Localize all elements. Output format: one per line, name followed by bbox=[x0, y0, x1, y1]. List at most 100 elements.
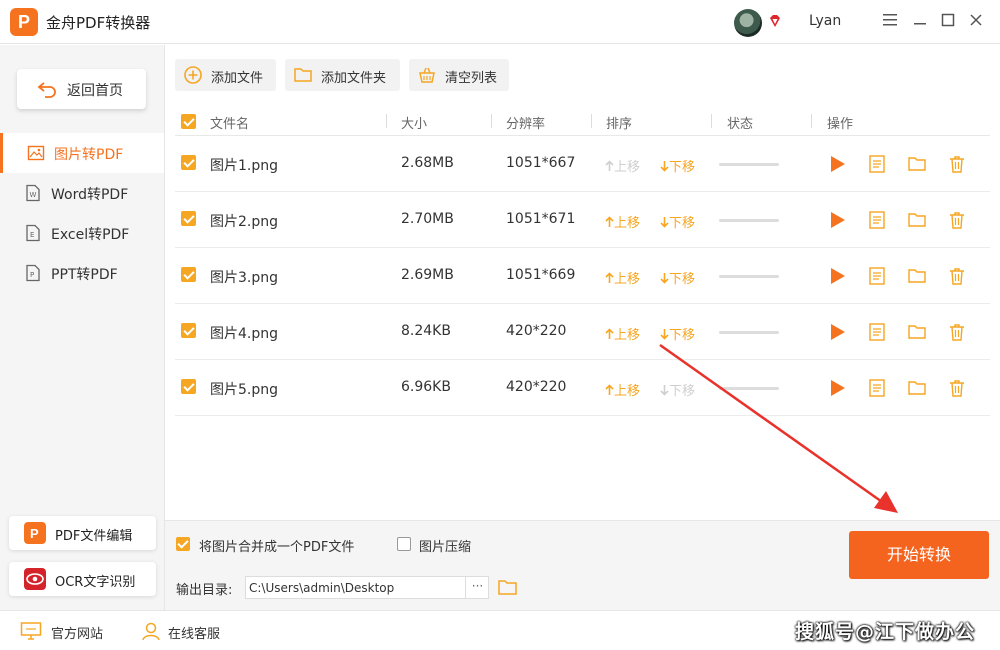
status-progress-bar bbox=[719, 387, 779, 390]
clear-list-button[interactable]: 清空列表 bbox=[409, 59, 509, 91]
header-size: 大小 bbox=[401, 117, 428, 132]
folder-icon[interactable] bbox=[907, 266, 927, 286]
open-folder-icon[interactable] bbox=[497, 577, 518, 597]
ocr-card[interactable]: OCR文字识别 bbox=[9, 562, 156, 596]
pdf-edit-label: PDF文件编辑 bbox=[55, 529, 133, 544]
move-down-button[interactable]: 下移 bbox=[660, 380, 695, 399]
sidebar: 返回首页 图片转PDF W Word转PDF E Excel转PDF P PPT… bbox=[0, 45, 165, 610]
trash-icon[interactable] bbox=[947, 154, 967, 174]
folder-icon[interactable] bbox=[907, 154, 927, 174]
row-checkbox[interactable] bbox=[181, 211, 196, 226]
header-order: 排序 bbox=[606, 117, 633, 132]
add-circle-icon bbox=[184, 66, 202, 84]
add-folder-button[interactable]: 添加文件夹 bbox=[285, 59, 400, 91]
sidebar-item-image-to-pdf[interactable]: 图片转PDF bbox=[0, 133, 164, 173]
online-support-link[interactable]: 在线客服 bbox=[168, 623, 220, 642]
table-row: 图片5.png 6.96KB 420*220 上移 下移 bbox=[175, 360, 990, 416]
document-list-icon[interactable] bbox=[867, 322, 887, 342]
add-file-button[interactable]: 添加文件 bbox=[175, 59, 276, 91]
row-checkbox[interactable] bbox=[181, 323, 196, 338]
merge-pdf-checkbox[interactable] bbox=[176, 537, 190, 551]
basket-icon bbox=[419, 67, 435, 83]
move-up-label: 上移 bbox=[614, 272, 641, 287]
table-row: 图片2.png 2.70MB 1051*671 上移 下移 bbox=[175, 192, 990, 248]
select-all-checkbox[interactable] bbox=[181, 114, 196, 129]
sidebar-item-label: 图片转PDF bbox=[54, 147, 124, 163]
file-name: 图片3.png bbox=[210, 270, 279, 286]
move-up-label: 上移 bbox=[614, 160, 641, 175]
file-size: 6.96KB bbox=[401, 379, 451, 395]
vip-diamond-icon[interactable] bbox=[768, 14, 782, 28]
merge-pdf-label[interactable]: 将图片合并成一个PDF文件 bbox=[199, 536, 354, 555]
move-up-button[interactable]: 上移 bbox=[605, 212, 640, 231]
status-progress-bar bbox=[719, 275, 779, 278]
file-resolution: 420*220 bbox=[506, 323, 567, 339]
row-checkbox[interactable] bbox=[181, 267, 196, 282]
row-checkbox[interactable] bbox=[181, 155, 196, 170]
status-progress-bar bbox=[719, 331, 779, 334]
document-list-icon[interactable] bbox=[867, 210, 887, 230]
header-divider bbox=[491, 114, 492, 128]
document-list-icon[interactable] bbox=[867, 266, 887, 286]
folder-icon[interactable] bbox=[907, 378, 927, 398]
document-list-icon[interactable] bbox=[867, 378, 887, 398]
minimize-icon[interactable] bbox=[910, 12, 930, 32]
row-checkbox[interactable] bbox=[181, 379, 196, 394]
move-up-button[interactable]: 上移 bbox=[605, 380, 640, 399]
ocr-label: OCR文字识别 bbox=[55, 575, 136, 590]
play-icon[interactable] bbox=[827, 378, 847, 398]
sidebar-item-excel-to-pdf[interactable]: E Excel转PDF bbox=[0, 213, 164, 253]
trash-icon[interactable] bbox=[947, 210, 967, 230]
move-down-label: 下移 bbox=[669, 328, 696, 343]
sidebar-item-word-to-pdf[interactable]: W Word转PDF bbox=[0, 173, 164, 213]
sidebar-item-ppt-to-pdf[interactable]: P PPT转PDF bbox=[0, 253, 164, 293]
move-up-button[interactable]: 上移 bbox=[605, 268, 640, 287]
trash-icon[interactable] bbox=[947, 378, 967, 398]
play-icon[interactable] bbox=[827, 322, 847, 342]
image-icon bbox=[27, 145, 45, 161]
close-icon[interactable] bbox=[966, 12, 986, 32]
compress-checkbox[interactable] bbox=[397, 537, 411, 551]
file-size: 8.24KB bbox=[401, 323, 451, 339]
play-icon[interactable] bbox=[827, 266, 847, 286]
move-down-button[interactable]: 下移 bbox=[660, 324, 695, 343]
maximize-icon[interactable] bbox=[938, 12, 958, 32]
file-name: 图片2.png bbox=[210, 214, 279, 230]
document-list-icon[interactable] bbox=[867, 154, 887, 174]
file-name: 图片1.png bbox=[210, 158, 279, 174]
svg-text:P: P bbox=[30, 526, 39, 541]
customer-service-icon bbox=[142, 622, 160, 641]
move-up-button[interactable]: 上移 bbox=[605, 156, 640, 175]
output-path-input[interactable]: C:\Users\admin\Desktop bbox=[245, 576, 489, 599]
move-down-label: 下移 bbox=[669, 160, 696, 175]
browse-button[interactable]: ··· bbox=[465, 576, 489, 599]
compress-label[interactable]: 图片压缩 bbox=[419, 536, 471, 555]
move-up-button[interactable]: 上移 bbox=[605, 324, 640, 343]
trash-icon[interactable] bbox=[947, 266, 967, 286]
username[interactable]: Lyan bbox=[809, 13, 841, 29]
official-website-link[interactable]: 官方网站 bbox=[51, 623, 103, 642]
back-home-button[interactable]: 返回首页 bbox=[17, 69, 146, 109]
app-window: P 金舟PDF转换器 Lyan 返回首页 图片转PDF W Word转PDF E… bbox=[0, 0, 1000, 650]
folder-icon[interactable] bbox=[907, 322, 927, 342]
pdf-edit-card[interactable]: P PDF文件编辑 bbox=[9, 516, 156, 550]
svg-text:E: E bbox=[30, 231, 34, 239]
play-icon[interactable] bbox=[827, 210, 847, 230]
user-avatar[interactable] bbox=[734, 9, 762, 37]
folder-icon[interactable] bbox=[907, 210, 927, 230]
back-arrow-icon bbox=[37, 82, 56, 98]
move-down-button[interactable]: 下移 bbox=[660, 212, 695, 231]
add-file-label: 添加文件 bbox=[211, 71, 264, 86]
menu-icon[interactable] bbox=[880, 12, 900, 32]
move-down-button[interactable]: 下移 bbox=[660, 156, 695, 175]
watermark-text: 搜狐号@江下做办公 bbox=[795, 621, 976, 643]
start-convert-button[interactable]: 开始转换 bbox=[849, 531, 989, 579]
move-down-button[interactable]: 下移 bbox=[660, 268, 695, 287]
ocr-eye-icon bbox=[24, 568, 46, 590]
move-down-label: 下移 bbox=[669, 272, 696, 287]
move-up-label: 上移 bbox=[614, 216, 641, 231]
sidebar-item-label: Excel转PDF bbox=[51, 227, 130, 243]
play-icon[interactable] bbox=[827, 154, 847, 174]
trash-icon[interactable] bbox=[947, 322, 967, 342]
header-resolution: 分辨率 bbox=[506, 117, 546, 132]
